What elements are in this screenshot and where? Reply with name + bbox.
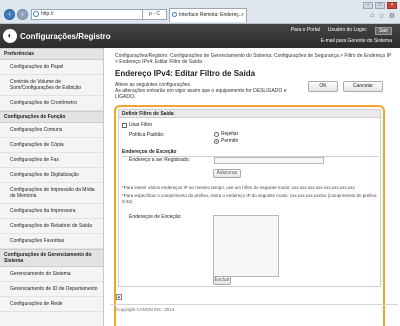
sidebar-item-memory-print[interactable]: Configurações de Impressão da Mídia de M… xyxy=(0,183,103,204)
forward-button[interactable]: › xyxy=(17,9,28,20)
scroll-to-top-icon[interactable]: ▲ xyxy=(116,294,122,300)
delete-button[interactable]: Excluir xyxy=(213,276,231,285)
footer-copyright: Copyright CANON INC. 2014 xyxy=(116,307,175,312)
header-links: Para o Portal Usuário do Login: Sair xyxy=(291,27,392,35)
maximize-icon[interactable]: □ xyxy=(375,2,385,9)
main-content: Configurações/Registro: Configurações de… xyxy=(110,48,398,326)
page-title: Endereço IPv4: Editar Filtro de Saída xyxy=(115,69,256,78)
exception-list[interactable] xyxy=(213,215,279,277)
sidebar-item-copy[interactable]: Configurações de Cópia xyxy=(0,138,103,153)
app-header: ◐ Configurações/Registro Para o Portal U… xyxy=(0,24,400,48)
sidebar-item-scan[interactable]: Configurações de Digitalização xyxy=(0,168,103,183)
portal-link[interactable]: Para o Portal xyxy=(291,27,320,35)
sidebar-item-fax[interactable]: Configurações de Fax xyxy=(0,153,103,168)
browser-toolbar-icons: ⌂ ☆ ⚙ xyxy=(370,12,395,20)
app-title: Configurações/Registro xyxy=(20,32,111,41)
default-policy-label: Política Padrão: xyxy=(129,132,165,138)
browser-chrome: − □ × ‹ › http:// ρ - C Interface Remota… xyxy=(0,0,400,24)
home-icon[interactable]: ⌂ xyxy=(370,12,374,20)
notice-text: Altere as seguintes configurações. As al… xyxy=(115,82,287,100)
address-bar[interactable]: http:// xyxy=(31,9,143,20)
app-logo-icon: ◐ xyxy=(3,29,17,43)
sidebar-item-printer[interactable]: Configurações da Impressora xyxy=(0,204,103,219)
prefix-hint: *Para especificar o comprimento do prefi… xyxy=(122,193,378,204)
sidebar-item-paper[interactable]: Configurações do Papel xyxy=(0,60,103,75)
policy-reject-row: Rejeitar xyxy=(214,131,238,137)
output-filter-panel: Definir Filtro de Saída Usar Filtro Polí… xyxy=(118,109,381,287)
browser-tab[interactable]: Interface Remota: Endereç... × xyxy=(169,8,247,22)
sidebar-item-report-output[interactable]: Configurações de Relatório de Saída xyxy=(0,219,103,234)
sidebar: Preferências Configurações do Papel Cont… xyxy=(0,48,104,326)
email-admin-link[interactable]: E-mail para Gerente do Sistema xyxy=(321,38,392,44)
policy-reject-label: Rejeitar xyxy=(221,131,239,137)
exception-addresses-header: Endereços de Exceção xyxy=(122,149,378,157)
policy-allow-label: Permitir xyxy=(221,138,239,144)
minimize-icon[interactable]: − xyxy=(363,2,373,9)
use-filter-checkbox[interactable] xyxy=(122,122,127,128)
sidebar-item-volume-display[interactable]: Controle de Volume de Som/Configurações … xyxy=(0,75,103,96)
panel-header: Definir Filtro de Saída xyxy=(119,110,380,118)
filter-panel-highlight: Definir Filtro de Saída Usar Filtro Polí… xyxy=(114,105,385,326)
policy-allow-row: Permitir xyxy=(214,138,238,144)
add-button[interactable]: Adicionar xyxy=(213,169,241,178)
sidebar-section-system-management: Configurações de Gerenciamento do Sistem… xyxy=(0,249,103,267)
logout-button[interactable]: Sair xyxy=(375,27,392,35)
range-hint: *Para inserir vários endereços IP ao mes… xyxy=(122,185,355,190)
star-icon[interactable]: ☆ xyxy=(378,12,384,20)
login-user-label: Usuário do Login: xyxy=(327,27,368,33)
exception-list-label: Endereços de Exceção: xyxy=(129,214,182,220)
tab-close-icon[interactable]: × xyxy=(241,9,244,21)
sidebar-item-system-management[interactable]: Gerenciamento do Sistema xyxy=(0,267,103,282)
sidebar-item-network[interactable]: Configurações de Rede xyxy=(0,297,103,312)
policy-allow-radio[interactable] xyxy=(214,138,219,144)
sidebar-section-functions: Configurações de Função xyxy=(0,111,103,123)
sidebar-item-common[interactable]: Configurações Comuns xyxy=(0,123,103,138)
use-filter-row: Usar Filtro xyxy=(122,122,152,128)
ok-button[interactable]: OK xyxy=(308,81,338,92)
policy-reject-radio[interactable] xyxy=(214,131,219,137)
back-button[interactable]: ‹ xyxy=(4,9,15,20)
sidebar-item-favorites[interactable]: Configurações Favoritas xyxy=(0,234,103,249)
gear-icon[interactable]: ⚙ xyxy=(389,12,395,20)
tab-favicon-icon xyxy=(172,12,177,17)
window-controls: − □ × xyxy=(363,2,397,9)
close-window-icon[interactable]: × xyxy=(387,2,397,9)
cancel-button[interactable]: Cancelar xyxy=(343,81,383,92)
footer-divider xyxy=(110,304,398,305)
sidebar-item-timer[interactable]: Configurações de Cronômetro xyxy=(0,96,103,111)
use-filter-label: Usar Filtro xyxy=(129,122,153,128)
sidebar-item-department-id[interactable]: Gerenciamento de ID de Departamento xyxy=(0,282,103,297)
sidebar-section-preferences: Preferências xyxy=(0,48,103,60)
browser-logo-icon xyxy=(33,11,39,17)
address-bar-tools[interactable]: ρ - C xyxy=(143,9,167,20)
register-address-input[interactable] xyxy=(214,157,324,164)
breadcrumb: Configurações/Registro: Configurações de… xyxy=(115,53,392,65)
address-bar-url: http:// xyxy=(41,11,54,17)
tab-title: Interface Remota: Endereç... xyxy=(179,12,243,18)
register-address-label: Endereço a ser Registrado: xyxy=(129,157,190,163)
